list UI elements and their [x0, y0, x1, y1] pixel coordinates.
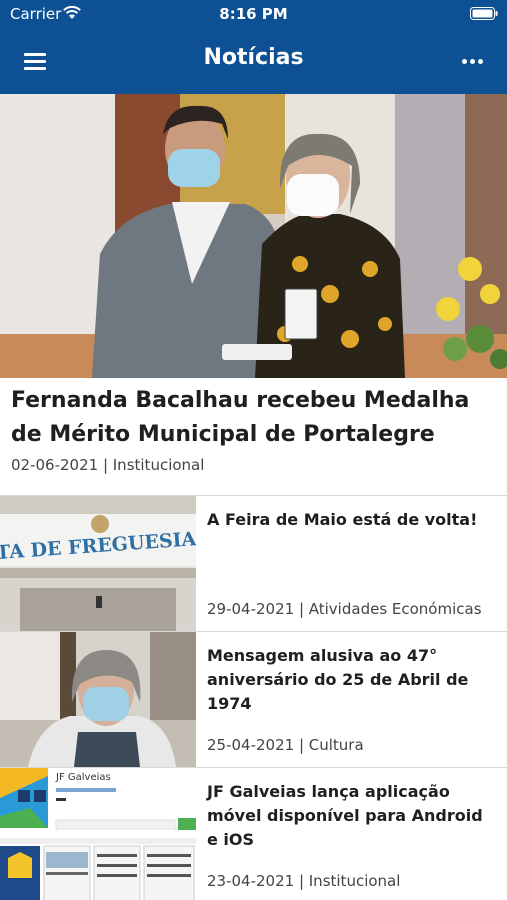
news-list-item[interactable]: TA DE FREGUESIA DE GALVE A Feira de Maio… [0, 496, 507, 632]
news-list-item[interactable]: JF Galveias JF Galveias lança aplicação … [0, 768, 507, 900]
news-thumbnail: TA DE FREGUESIA DE GALVE [0, 496, 196, 631]
featured-news-image [0, 94, 507, 378]
battery-icon [470, 7, 498, 20]
news-list-item[interactable]: Mensagem alusiva ao 47° aniversário do 2… [0, 632, 507, 768]
news-title: A Feira de Maio está de volta! [207, 510, 478, 529]
page-title: Notícias [203, 45, 304, 70]
news-thumbnail [0, 632, 196, 767]
status-bar: Carrier 8:16 PM [0, 0, 507, 28]
menu-button[interactable] [14, 46, 56, 76]
featured-news-meta: 02-06-2021 | Institucional [11, 456, 205, 474]
clock: 8:16 PM [219, 5, 288, 23]
featured-news-card[interactable]: Fernanda Bacalhau recebeu Medalha de Mér… [0, 94, 507, 496]
app-screenshot-title: JF Galveias [55, 772, 111, 783]
news-thumbnail: JF Galveias [0, 768, 196, 900]
news-meta: 25-04-2021 | Cultura [207, 736, 364, 754]
news-meta: 29-04-2021 | Atividades Económicas [207, 600, 482, 618]
featured-news-title: Fernanda Bacalhau recebeu Medalha de Mér… [11, 388, 470, 447]
news-meta: 23-04-2021 | Institucional [207, 872, 401, 890]
app-header: Carrier 8:16 PM Notícias [0, 0, 507, 94]
more-options-button[interactable] [453, 46, 493, 76]
news-title: JF Galveias lança aplicação móvel dispon… [207, 782, 483, 849]
navigation-bar: Notícias [0, 28, 507, 94]
news-title: Mensagem alusiva ao 47° aniversário do 2… [207, 646, 469, 713]
